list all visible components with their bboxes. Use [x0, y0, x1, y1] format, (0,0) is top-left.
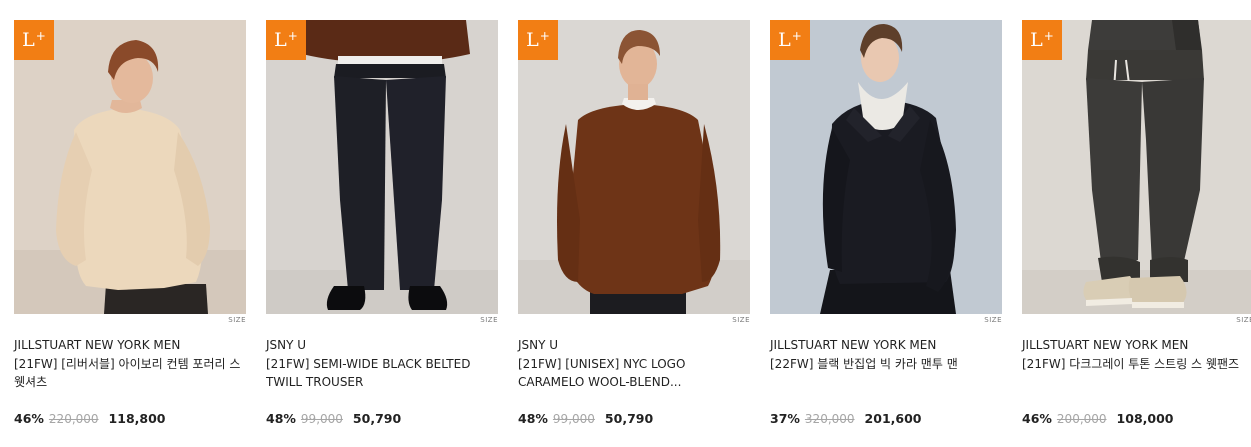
black-half-zip-photo — [770, 20, 1002, 314]
product-card[interactable]: L + SIZE JSNY U [21FW] [UNISEX] NYC LOGO … — [518, 20, 750, 426]
sale-price: 50,790 — [352, 411, 402, 426]
product-card[interactable]: L+ SIZE JILLSTUART NEW YORK MEN [21FW] 다… — [1022, 20, 1251, 426]
product-title[interactable]: [21FW] SEMI-WIDE BLACK BELTED TWILL TROU… — [266, 355, 498, 391]
black-trouser-photo — [266, 20, 498, 314]
original-price: 200,000 — [1056, 412, 1107, 426]
product-brand: JSNY U — [518, 338, 559, 352]
size-link[interactable]: SIZE — [770, 314, 1002, 329]
discount-rate: 48% — [518, 411, 548, 426]
product-image[interactable]: L + — [770, 20, 1002, 314]
product-title[interactable]: [21FW] 다크그레이 투톤 스트링 스 웻팬즈 — [1022, 355, 1251, 391]
discount-rate: 48% — [266, 411, 296, 426]
size-link[interactable]: SIZE — [266, 314, 498, 329]
product-brand: JILLSTUART NEW YORK MEN — [1022, 338, 1189, 352]
sale-price: 118,800 — [108, 411, 166, 426]
size-link[interactable]: SIZE — [1022, 314, 1251, 329]
sale-price: 50,790 — [604, 411, 654, 426]
product-image[interactable]: L + — [518, 20, 750, 314]
product-title[interactable]: [21FW] [UNISEX] NYC LOGO CARAMELO WOOL-B… — [518, 355, 750, 391]
product-brand: JILLSTUART NEW YORK MEN — [770, 338, 937, 352]
product-image[interactable]: L + — [1022, 20, 1251, 314]
original-price: 320,000 — [804, 412, 855, 426]
discount-rate: 46% — [1022, 411, 1052, 426]
l-plus-badge: L + — [266, 20, 306, 60]
product-image[interactable]: L + — [266, 20, 498, 314]
size-link[interactable]: SIZE — [14, 314, 246, 329]
product-grid: L + SIZE JILLSTUART NEW YORK MEN [21FW] [… — [0, 0, 1251, 447]
l-plus-badge: L + — [14, 20, 54, 60]
product-title[interactable]: [22FW] 블랙 반집업 빅 카라 맨투 맨 — [770, 355, 1002, 391]
product-brand: JSNY U — [266, 338, 307, 352]
price-row: 46% 220,000 118,800 — [14, 411, 246, 426]
l-plus-badge: L + — [518, 20, 558, 60]
product-card[interactable]: L + SIZE JILLSTUART NEW YORK MEN [21FW] [… — [14, 20, 246, 426]
original-price: 220,000 — [48, 412, 99, 426]
size-link[interactable]: SIZE — [518, 314, 750, 329]
brown-sweater-photo — [518, 20, 750, 314]
product-title[interactable]: [21FW] [리버서블] 아이보리 컨템 포러리 스웻셔츠 — [14, 355, 246, 391]
ivory-sweatshirt-photo — [14, 20, 246, 314]
price-row: 37% 320,000 201,600 — [770, 411, 1002, 426]
l-plus-badge: L + — [1022, 20, 1062, 60]
product-card[interactable]: L + SIZE JILLSTUART NEW YORK MEN [22FW] 블… — [770, 20, 1002, 426]
original-price: 99,000 — [300, 412, 343, 426]
product-card[interactable]: L + SIZE JSNY U [21FW] SEMI-WIDE BLACK BE… — [266, 20, 498, 426]
dark-grey-sweatpants-photo — [1022, 20, 1251, 314]
price-row: 48% 99,000 50,790 — [518, 411, 750, 426]
product-brand: JILLSTUART NEW YORK MEN — [14, 338, 181, 352]
discount-rate: 46% — [14, 411, 44, 426]
original-price: 99,000 — [552, 412, 595, 426]
discount-rate: 37% — [770, 411, 800, 426]
price-row: 46% 200,000 108,000 — [1022, 411, 1251, 426]
l-plus-badge: L + — [770, 20, 810, 60]
product-image[interactable]: L + — [14, 20, 246, 314]
price-row: 48% 99,000 50,790 — [266, 411, 498, 426]
sale-price: 201,600 — [864, 411, 922, 426]
sale-price: 108,000 — [1116, 411, 1174, 426]
